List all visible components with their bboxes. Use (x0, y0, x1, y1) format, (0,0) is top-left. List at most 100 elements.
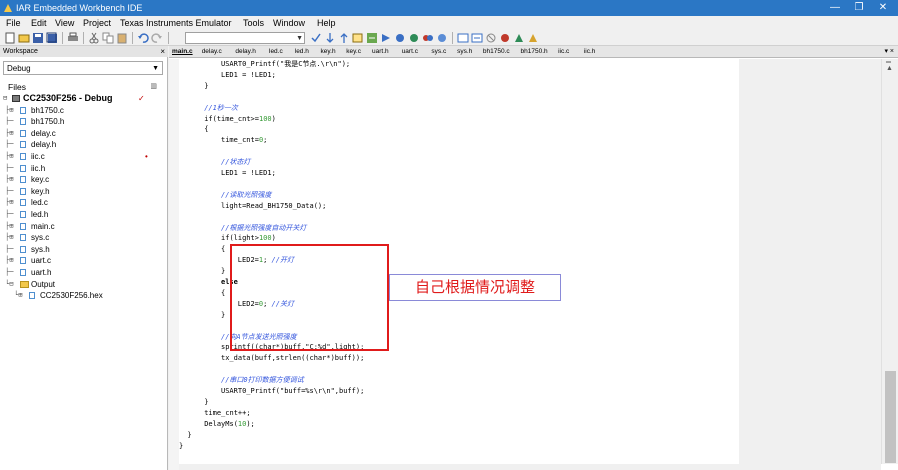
arrow-down-icon[interactable] (324, 32, 336, 44)
menu-help[interactable]: Help (317, 17, 336, 29)
check-icon[interactable] (310, 32, 322, 44)
tree-connector[interactable]: ├─ (5, 139, 13, 150)
arrow-up-icon[interactable] (338, 32, 350, 44)
config-dropdown[interactable]: Debug ▼ (3, 61, 163, 75)
tab-led-h[interactable]: led.h (295, 47, 309, 57)
scroll-up-icon[interactable]: ▲ (886, 65, 893, 72)
goto-icon[interactable] (366, 32, 378, 44)
stop-debug-icon[interactable] (499, 32, 511, 44)
tree-connector[interactable]: ├⊞ (5, 105, 13, 116)
tree-item-led-h[interactable]: ├─ led.h (3, 209, 163, 220)
tree-item-cc2530f256-debug[interactable]: ⊟ CC2530F256 - Debug ✓ (3, 93, 163, 104)
tree-item-sys-c[interactable]: ├⊞ sys.c (3, 232, 163, 243)
tab-key-h[interactable]: key.h (321, 47, 336, 57)
breakpoint-icon[interactable] (485, 32, 497, 44)
tree-item-sys-h[interactable]: ├─ sys.h (3, 244, 163, 255)
tree-connector[interactable]: ├⊞ (5, 174, 13, 185)
menu-project[interactable]: Project (83, 17, 111, 29)
step-icon[interactable] (527, 32, 539, 44)
tree-connector[interactable]: └⊞ (14, 290, 22, 301)
tree-connector[interactable]: ├⊞ (5, 232, 13, 243)
tab-uart-c[interactable]: uart.c (402, 47, 418, 57)
save-icon[interactable] (32, 32, 44, 44)
new-file-icon[interactable] (4, 32, 16, 44)
tree-connector[interactable]: ├─ (5, 116, 13, 127)
tree-connector[interactable]: ├⊞ (5, 151, 13, 162)
tab-key-c[interactable]: key.c (346, 47, 361, 57)
horizontal-scrollbar[interactable] (179, 464, 739, 470)
chevron-down-icon[interactable]: ▼ (296, 33, 303, 44)
scrollbar-thumb[interactable] (885, 371, 896, 463)
menu-view[interactable]: View (55, 17, 74, 29)
tree-item-uart-h[interactable]: ├─ uart.h (3, 267, 163, 278)
find-combo-box[interactable]: ▼ (185, 32, 305, 44)
run-icon[interactable] (513, 32, 525, 44)
tab-bh1750-c[interactable]: bh1750.c (483, 47, 510, 57)
tree-item-delay-c[interactable]: ├⊞ delay.c (3, 128, 163, 139)
tree-item-cc2530f256-hex[interactable]: └⊞ CC2530F256.hex (3, 290, 163, 301)
tree-item-output[interactable]: └⊟ Output (3, 279, 163, 290)
make-icon[interactable] (408, 32, 420, 44)
tab-main-c[interactable]: main.c (172, 47, 193, 57)
find-in-files-icon[interactable] (352, 32, 364, 44)
tree-item-led-c[interactable]: ├⊞ led.c (3, 197, 163, 208)
tree-connector[interactable]: ├─ (5, 163, 13, 174)
tree-item-delay-h[interactable]: ├─ delay.h (3, 139, 163, 150)
tree-connector[interactable]: ├⊞ (5, 197, 13, 208)
copy-icon[interactable] (102, 32, 114, 44)
tree-item-iic-h[interactable]: ├─ iic.h (3, 163, 163, 174)
columns-icon[interactable]: ▥ (150, 82, 157, 90)
tree-item-key-h[interactable]: ├─ key.h (3, 186, 163, 197)
tree-item-uart-c[interactable]: ├⊞ uart.c (3, 255, 163, 266)
tree-connector[interactable]: ├─ (5, 209, 13, 220)
workspace-close-icon[interactable]: × (160, 46, 165, 57)
tab-iic-c[interactable]: iic.c (558, 47, 569, 57)
menu-ti-emulator[interactable]: Texas Instruments Emulator (120, 17, 232, 29)
tab-menu-icon[interactable]: ▾ × (884, 47, 894, 57)
menu-file[interactable]: File (6, 17, 21, 29)
toggle-breakpoint-icon[interactable] (436, 32, 448, 44)
tab-uart-h[interactable]: uart.h (372, 47, 389, 57)
tree-connector[interactable]: ├─ (5, 186, 13, 197)
tree-connector[interactable]: ├─ (5, 244, 13, 255)
tree-item-bh1750-c[interactable]: ├⊞ bh1750.c (3, 105, 163, 116)
cut-icon[interactable] (88, 32, 100, 44)
menu-window[interactable]: Window (273, 17, 305, 29)
tree-item-main-c[interactable]: ├⊞ main.c (3, 221, 163, 232)
debug-no-download-icon[interactable] (471, 32, 483, 44)
tree-item-key-c[interactable]: ├⊞ key.c (3, 174, 163, 185)
close-button[interactable]: ✕ (873, 1, 893, 15)
tab-sys-h[interactable]: sys.h (457, 47, 472, 57)
redo-icon[interactable] (151, 32, 163, 44)
chevron-down-icon[interactable]: ▼ (152, 63, 159, 74)
tree-item-iic-c[interactable]: ├⊞ iic.c • (3, 151, 163, 162)
paste-icon[interactable] (116, 32, 128, 44)
tab-sys-c[interactable]: sys.c (431, 47, 446, 57)
print-icon[interactable] (67, 32, 79, 44)
tab-delay-h[interactable]: delay.h (235, 47, 255, 57)
tree-connector[interactable]: ⊟ (3, 93, 7, 104)
tab-led-c[interactable]: led.c (269, 47, 283, 57)
tab-bh1750-h[interactable]: bh1750.h (521, 47, 548, 57)
open-folder-icon[interactable] (18, 32, 30, 44)
bookmark-icon[interactable] (380, 32, 392, 44)
tree-connector[interactable]: ├─ (5, 267, 13, 278)
menu-edit[interactable]: Edit (31, 17, 47, 29)
compile-icon[interactable] (394, 32, 406, 44)
stop-build-icon[interactable] (422, 32, 434, 44)
tab-iic-h[interactable]: iic.h (584, 47, 596, 57)
save-all-icon[interactable] (46, 32, 58, 44)
restore-button[interactable]: ❐ (849, 1, 869, 15)
menu-tools[interactable]: Tools (243, 17, 264, 29)
tab-delay-c[interactable]: delay.c (202, 47, 222, 57)
minimize-button[interactable]: — (825, 1, 845, 15)
tree-connector[interactable]: ├⊞ (5, 255, 13, 266)
undo-icon[interactable] (137, 32, 149, 44)
tree-connector[interactable]: ├⊞ (5, 128, 13, 139)
download-debug-icon[interactable] (457, 32, 469, 44)
tree-connector[interactable]: └⊟ (5, 279, 13, 290)
tree-connector[interactable]: ├⊞ (5, 221, 13, 232)
vertical-scrollbar[interactable]: ═ ▲ (881, 59, 898, 464)
code-view[interactable]: USART0_Printf("我是C节点.\r\n"); LED1 = !LED1… (179, 59, 739, 464)
tree-item-bh1750-h[interactable]: ├─ bh1750.h (3, 116, 163, 127)
